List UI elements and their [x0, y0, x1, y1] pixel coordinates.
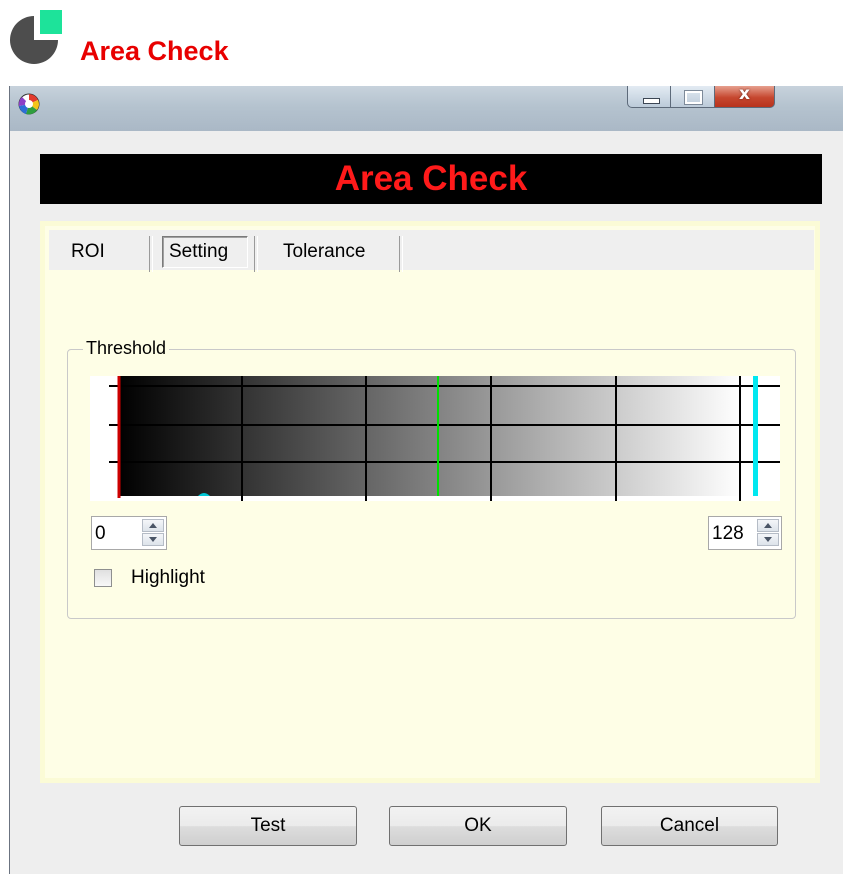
test-button[interactable]: Test	[179, 806, 357, 846]
threshold-group: Threshold 0 128 Highlight	[67, 338, 796, 619]
spin-down-button[interactable]	[757, 533, 779, 546]
low-threshold-value[interactable]: 0	[95, 523, 106, 545]
arrow-down-icon	[149, 537, 157, 542]
spin-down-button[interactable]	[142, 533, 164, 546]
tab-roi[interactable]: ROI	[49, 230, 145, 270]
color-wheel-icon	[18, 93, 40, 115]
ok-button[interactable]: OK	[389, 806, 567, 846]
tab-separator	[149, 236, 153, 272]
highlight-checkbox[interactable]	[94, 569, 112, 587]
cancel-button[interactable]: Cancel	[601, 806, 778, 846]
settings-panel: ROI Setting Tolerance Threshold 0 128 Hi…	[40, 221, 820, 783]
highlight-label[interactable]: Highlight	[131, 567, 205, 589]
page-title: Area Check	[80, 36, 229, 66]
threshold-histogram[interactable]	[90, 376, 780, 501]
low-threshold-spinner[interactable]: 0	[91, 516, 167, 550]
threshold-group-label: Threshold	[83, 338, 170, 359]
tab-separator	[254, 236, 258, 272]
tab-separator	[399, 236, 403, 272]
spin-up-button[interactable]	[757, 519, 779, 532]
close-icon: x	[739, 84, 750, 104]
tab-tolerance-label: Tolerance	[283, 241, 366, 262]
tab-setting[interactable]: Setting	[155, 230, 249, 270]
tab-setting-label: Setting	[169, 241, 229, 262]
arrow-up-icon	[149, 523, 157, 528]
high-threshold-spinner[interactable]: 128	[708, 516, 782, 550]
tab-roi-label: ROI	[71, 241, 105, 262]
spin-up-button[interactable]	[142, 519, 164, 532]
high-threshold-value[interactable]: 128	[712, 523, 744, 545]
banner-title: Area Check	[40, 154, 822, 204]
high-threshold-marker[interactable]	[753, 376, 758, 496]
spinner-buttons	[757, 519, 779, 547]
title-bar[interactable]: x	[10, 84, 843, 131]
maximize-icon	[684, 90, 703, 105]
arrow-down-icon	[764, 537, 772, 542]
spinner-buttons	[142, 519, 164, 547]
maximize-button[interactable]	[671, 86, 715, 108]
pie-chart-icon	[10, 10, 62, 64]
dialog-window: x Area Check ROI Setting Tolerance Thres…	[9, 84, 843, 874]
minimize-icon	[643, 98, 660, 104]
gray-ramp	[118, 376, 742, 496]
arrow-up-icon	[764, 523, 772, 528]
close-button[interactable]: x	[715, 84, 775, 108]
minimize-button[interactable]	[627, 86, 671, 108]
tab-strip: ROI Setting Tolerance	[49, 230, 814, 272]
tab-tolerance[interactable]: Tolerance	[260, 230, 400, 270]
